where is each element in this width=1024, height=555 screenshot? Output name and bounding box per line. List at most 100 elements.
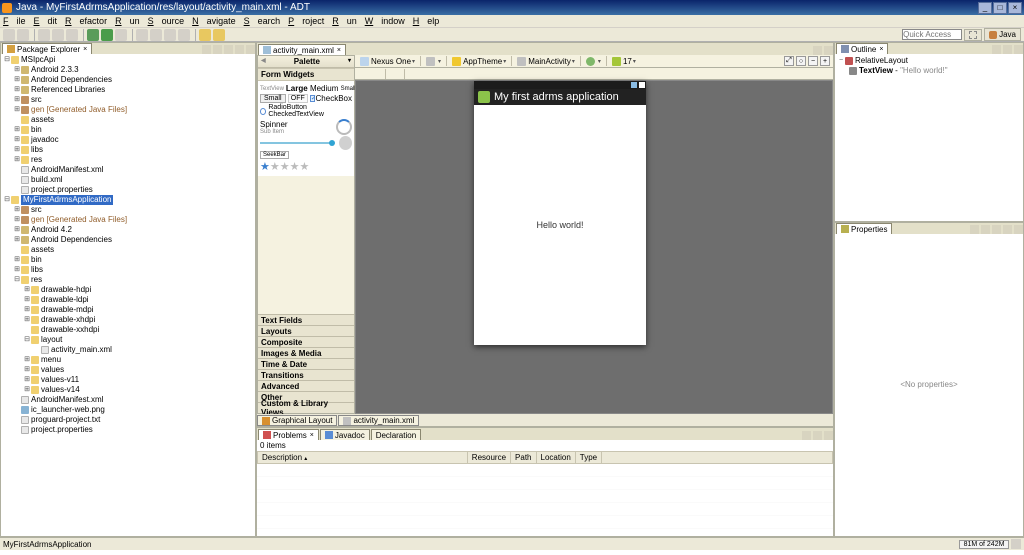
maximize-editor-button[interactable] bbox=[824, 46, 833, 55]
device-preview[interactable]: My first adrms application Hello world! bbox=[474, 81, 646, 345]
debug-button[interactable] bbox=[87, 29, 99, 41]
minimize-editor-button[interactable] bbox=[813, 46, 822, 55]
problems-table[interactable]: Description ▴ Resource Path Location Typ… bbox=[257, 451, 833, 464]
menu-refactor[interactable]: Refactor bbox=[65, 16, 107, 26]
graphical-layout-tab[interactable]: Graphical Layout bbox=[257, 415, 337, 426]
toggle-button[interactable] bbox=[420, 69, 430, 79]
tree-item[interactable]: ic_launcher-web.png bbox=[3, 405, 253, 415]
minimize-button[interactable]: _ bbox=[978, 2, 992, 14]
col-type[interactable]: Type bbox=[575, 452, 601, 464]
menu-help[interactable]: Help bbox=[413, 16, 440, 26]
tool-button[interactable] bbox=[136, 29, 148, 41]
palette-item[interactable]: Small OFFCheckBox bbox=[260, 94, 352, 103]
collapse-all-button[interactable] bbox=[202, 45, 211, 54]
tool-button[interactable] bbox=[992, 225, 1001, 234]
toggle-button[interactable] bbox=[358, 69, 368, 79]
palette-drawer[interactable]: Time & Date bbox=[258, 358, 354, 369]
quick-access-input[interactable] bbox=[902, 29, 962, 40]
tool-button[interactable] bbox=[178, 29, 190, 41]
tree-item[interactable]: build.xml bbox=[3, 175, 253, 185]
tree-item[interactable]: ⊞Android 4.2 bbox=[3, 225, 253, 235]
properties-tab[interactable]: Properties bbox=[836, 223, 892, 234]
tree-item[interactable]: ⊞libs bbox=[3, 145, 253, 155]
tree-item[interactable]: assets bbox=[3, 115, 253, 125]
palette-drawer[interactable]: Images & Media bbox=[258, 347, 354, 358]
menu-search[interactable]: Search bbox=[244, 16, 281, 26]
menu-edit[interactable]: Edit bbox=[34, 16, 58, 26]
tree-item[interactable]: assets bbox=[3, 245, 253, 255]
tree-item[interactable]: project.properties bbox=[3, 425, 253, 435]
close-icon[interactable]: × bbox=[879, 46, 883, 53]
menu-source[interactable]: Source bbox=[148, 16, 185, 26]
tree-item[interactable]: activity_main.xml bbox=[3, 345, 253, 355]
palette-item[interactable]: TextViewLarge Medium Small Button bbox=[260, 84, 352, 93]
menu-run[interactable]: Run bbox=[115, 16, 140, 26]
palette-drawer[interactable]: Text Fields bbox=[258, 314, 354, 325]
col-description[interactable]: Description ▴ bbox=[258, 452, 468, 464]
menu-run[interactable]: Run bbox=[332, 16, 357, 26]
tree-item[interactable]: AndroidManifest.xml bbox=[3, 395, 253, 405]
heap-status[interactable]: 81M of 242M bbox=[959, 540, 1009, 549]
outline-tree[interactable]: −RelativeLayout TextView - "Hello world!… bbox=[835, 54, 1023, 221]
tree-item[interactable]: ⊞res bbox=[3, 155, 253, 165]
palette-item-rating[interactable]: ★★★★★ bbox=[260, 160, 352, 173]
package-explorer-tree[interactable]: ⊟MSIpcApi⊞Android 2.3.3⊞Android Dependen… bbox=[1, 54, 255, 536]
javadoc-tab[interactable]: Javadoc bbox=[320, 429, 370, 440]
run-button[interactable] bbox=[101, 29, 113, 41]
close-button[interactable]: × bbox=[1008, 2, 1022, 14]
tool-button[interactable] bbox=[115, 29, 127, 41]
tree-item[interactable]: ⊞javadoc bbox=[3, 135, 253, 145]
tree-item[interactable]: ⊟res bbox=[3, 275, 253, 285]
palette-item[interactable]: SpinnerSub Item bbox=[260, 119, 352, 135]
close-icon[interactable]: × bbox=[83, 46, 87, 53]
save-button[interactable] bbox=[17, 29, 29, 41]
tree-item[interactable]: project.properties bbox=[3, 185, 253, 195]
zoom-out-button[interactable]: − bbox=[808, 56, 818, 66]
tree-item[interactable]: ⊞Referenced Libraries bbox=[3, 85, 253, 95]
view-menu-button[interactable] bbox=[224, 45, 233, 54]
tool-button[interactable] bbox=[981, 225, 990, 234]
tree-item[interactable]: ⊞src bbox=[3, 205, 253, 215]
tree-item[interactable]: ⊞libs bbox=[3, 265, 253, 275]
tree-item[interactable]: ⊞bin bbox=[3, 125, 253, 135]
layout-canvas[interactable]: My first adrms application Hello world! bbox=[355, 80, 833, 414]
tool-button[interactable] bbox=[970, 225, 979, 234]
tree-item[interactable]: ⊞drawable-ldpi bbox=[3, 295, 253, 305]
tool-button[interactable] bbox=[150, 29, 162, 41]
tree-item[interactable]: ⊞gen [Generated Java Files] bbox=[3, 215, 253, 225]
maximize-button[interactable]: □ bbox=[993, 2, 1007, 14]
locale-selector[interactable]: ▾ bbox=[586, 57, 601, 66]
tree-item[interactable]: ⊞Android 2.3.3 bbox=[3, 65, 253, 75]
tree-item[interactable]: ⊞values bbox=[3, 365, 253, 375]
toggle-button[interactable] bbox=[389, 69, 399, 79]
tool-button[interactable] bbox=[38, 29, 50, 41]
link-editor-button[interactable] bbox=[213, 45, 222, 54]
tree-item[interactable]: ⊞values-v14 bbox=[3, 385, 253, 395]
problems-tab[interactable]: Problems× bbox=[258, 429, 319, 440]
tree-item[interactable]: drawable-xxhdpi bbox=[3, 325, 253, 335]
maximize-button[interactable] bbox=[1014, 225, 1023, 234]
palette-item[interactable]: RadioButton CheckedTextView bbox=[260, 104, 352, 118]
outline-tab[interactable]: Outline× bbox=[836, 43, 888, 54]
toggle-button[interactable] bbox=[370, 69, 380, 79]
tool-button[interactable] bbox=[52, 29, 64, 41]
menu-file[interactable]: File bbox=[3, 16, 26, 26]
tool-button[interactable] bbox=[164, 29, 176, 41]
java-perspective-button[interactable]: Java bbox=[984, 28, 1021, 41]
tree-item[interactable]: ⊞Android Dependencies bbox=[3, 75, 253, 85]
maximize-button[interactable] bbox=[1014, 45, 1023, 54]
view-menu-button[interactable] bbox=[802, 431, 811, 440]
tree-item[interactable]: ⊞drawable-xhdpi bbox=[3, 315, 253, 325]
declaration-tab[interactable]: Declaration bbox=[371, 429, 421, 440]
api-selector[interactable]: 17▾ bbox=[612, 57, 636, 66]
tree-item[interactable]: ⊞bin bbox=[3, 255, 253, 265]
tree-item[interactable]: ⊞src bbox=[3, 95, 253, 105]
device-selector[interactable]: Nexus One▾ bbox=[360, 57, 415, 66]
palette-drawer[interactable]: Advanced bbox=[258, 380, 354, 391]
tree-item[interactable]: ⊞drawable-hdpi bbox=[3, 285, 253, 295]
palette-item[interactable]: SeekBar bbox=[260, 151, 352, 159]
device-content[interactable]: Hello world! bbox=[474, 105, 646, 345]
nav-back-button[interactable] bbox=[199, 29, 211, 41]
zoom-fit-button[interactable]: ⤢ bbox=[784, 56, 794, 66]
menu-window[interactable]: Window bbox=[365, 16, 405, 26]
